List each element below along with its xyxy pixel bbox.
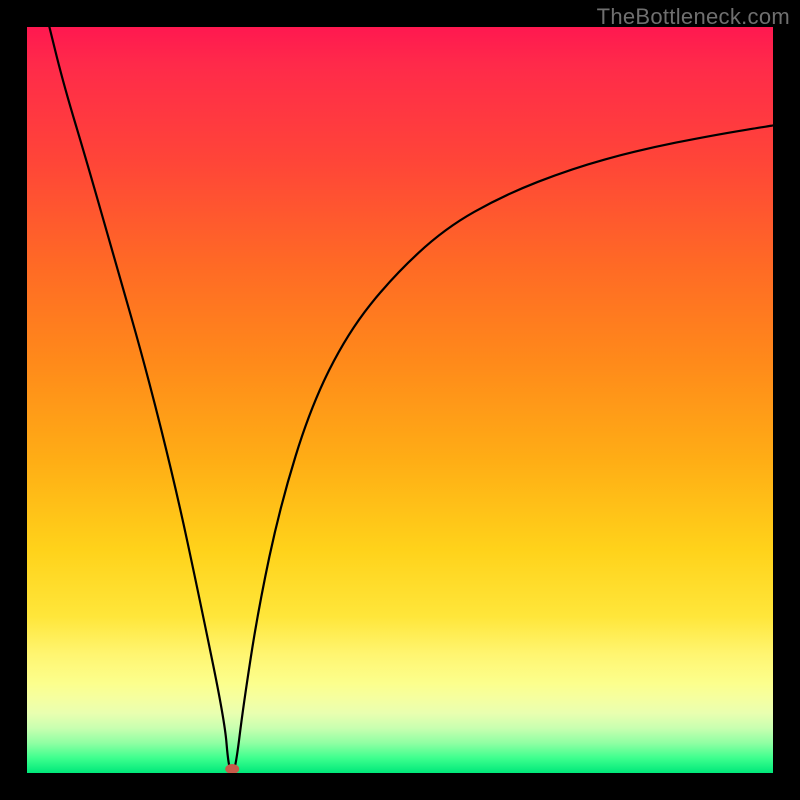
watermark-text: TheBottleneck.com [597, 4, 790, 30]
chart-plot-area [27, 27, 773, 773]
outer-frame: TheBottleneck.com [0, 0, 800, 800]
bottleneck-curve [49, 27, 773, 771]
optimal-point-marker [225, 764, 239, 773]
chart-svg [27, 27, 773, 773]
